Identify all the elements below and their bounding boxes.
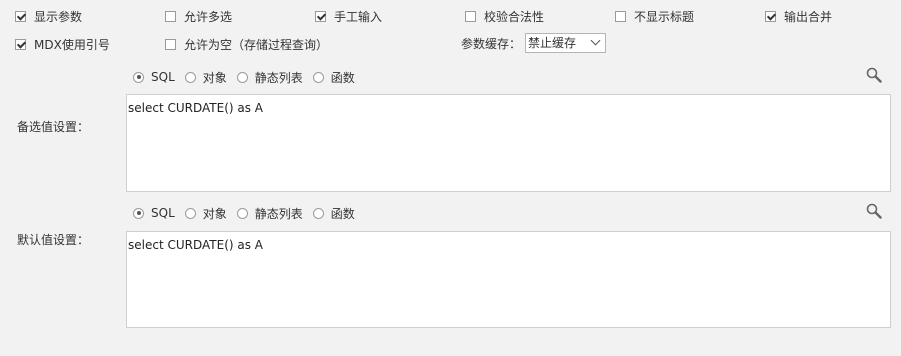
radio-label: 对象 (202, 70, 227, 85)
checkbox-label: 不显示标题 (634, 9, 695, 24)
checkbox-label: 校验合法性 (484, 9, 545, 24)
checkbox-box[interactable] (765, 10, 776, 22)
candidate-radio-function[interactable]: 函数 (312, 69, 355, 86)
radio-dot[interactable] (236, 71, 248, 83)
checkbox-box[interactable] (465, 10, 476, 22)
checkbox-box[interactable] (165, 38, 176, 50)
radio-dot[interactable] (133, 207, 144, 219)
radio-dot[interactable] (184, 71, 196, 83)
radio-dot[interactable] (236, 207, 248, 219)
candidate-radio-object[interactable]: 对象 (184, 69, 227, 86)
checkbox-box[interactable] (615, 10, 626, 22)
chevron-down-icon (590, 35, 601, 46)
checkbox-label: MDX使用引号 (34, 37, 110, 52)
checkbox-label: 显示参数 (34, 9, 83, 24)
default-value-label: 默认值设置： (17, 233, 90, 247)
allow-empty-checkbox[interactable]: 允许为空（存储过程查询） (165, 36, 328, 52)
radio-label: 函数 (330, 206, 355, 221)
validate-legality-checkbox[interactable]: 校验合法性 (465, 8, 544, 24)
radio-dot[interactable] (312, 71, 324, 83)
checkbox-box[interactable] (15, 38, 26, 50)
radio-label: 静态列表 (254, 206, 303, 221)
radio-dot[interactable] (133, 71, 144, 83)
candidate-radio-sql[interactable]: SQL (133, 70, 175, 84)
radio-label: 函数 (330, 70, 355, 85)
param-cache-select[interactable]: 禁止缓存 (525, 33, 606, 53)
checkbox-box[interactable] (315, 10, 326, 22)
radio-label: SQL (151, 70, 175, 84)
default-radio-sql[interactable]: SQL (133, 206, 175, 220)
radio-dot[interactable] (312, 207, 324, 219)
param-cache-label: 参数缓存： (461, 37, 522, 51)
candidate-value-label: 备选值设置： (17, 120, 90, 134)
checkbox-box[interactable] (165, 10, 176, 22)
default-radio-function[interactable]: 函数 (312, 205, 355, 222)
radio-label: 静态列表 (254, 70, 303, 85)
show-params-checkbox[interactable]: 显示参数 (15, 8, 82, 24)
default-radio-static-list[interactable]: 静态列表 (236, 205, 303, 222)
manual-input-checkbox[interactable]: 手工输入 (315, 8, 382, 24)
candidate-source-radio-group: SQL 对象 静态列表 函数 (133, 69, 365, 85)
search-icon[interactable] (866, 203, 882, 219)
candidate-radio-static-list[interactable]: 静态列表 (236, 69, 303, 86)
default-sql-textarea[interactable]: select CURDATE() as A (126, 231, 891, 328)
default-radio-object[interactable]: 对象 (184, 205, 227, 222)
mdx-quote-checkbox[interactable]: MDX使用引号 (15, 36, 110, 52)
checkbox-label: 允许多选 (184, 9, 233, 24)
default-source-radio-group: SQL 对象 静态列表 函数 (133, 205, 365, 221)
candidate-sql-textarea[interactable]: select CURDATE() as A (126, 94, 891, 192)
merge-output-checkbox[interactable]: 输出合并 (765, 8, 832, 24)
radio-label: SQL (151, 206, 175, 220)
checkbox-label: 输出合并 (784, 9, 833, 24)
allow-multi-select-checkbox[interactable]: 允许多选 (165, 8, 232, 24)
param-cache-value: 禁止缓存 (528, 36, 577, 50)
search-icon[interactable] (866, 67, 882, 83)
checkbox-label: 手工输入 (334, 9, 383, 24)
radio-dot[interactable] (184, 207, 196, 219)
checkbox-label: 允许为空（存储过程查询） (184, 37, 329, 52)
hide-title-checkbox[interactable]: 不显示标题 (615, 8, 694, 24)
radio-label: 对象 (202, 206, 227, 221)
checkbox-box[interactable] (15, 10, 26, 22)
